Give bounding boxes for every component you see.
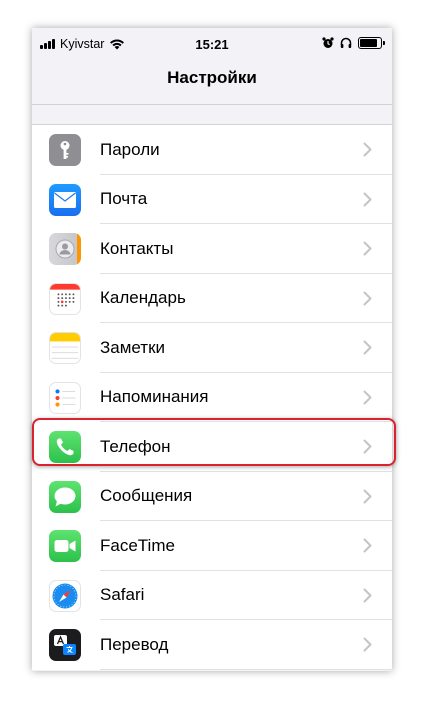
chevron-right-icon xyxy=(363,390,372,404)
phone-screen: Kyivstar 15:21 Настройки Пароли Почта Ко… xyxy=(32,28,392,671)
chevron-right-icon xyxy=(363,142,372,157)
settings-item-facetime[interactable]: FaceTime xyxy=(32,521,392,571)
settings-item-label: Сообщения xyxy=(100,486,193,506)
settings-item-label: Пароли xyxy=(100,139,160,159)
chevron-right-icon xyxy=(363,489,372,503)
settings-item-label: FaceTime xyxy=(100,535,175,555)
settings-item-passwords[interactable]: Пароли xyxy=(32,125,392,175)
mail-icon xyxy=(49,183,81,216)
phone-icon xyxy=(49,431,81,463)
settings-item-messages[interactable]: Сообщения xyxy=(32,472,392,521)
reminders-icon xyxy=(49,381,81,414)
messages-icon xyxy=(49,480,81,513)
chevron-right-icon xyxy=(363,291,372,305)
headphones-icon xyxy=(340,37,352,48)
settings-item-notes[interactable]: Заметки xyxy=(32,323,392,373)
settings-item-label: Телефон xyxy=(100,436,171,456)
settings-item-label: Контакты xyxy=(100,238,174,258)
settings-item-label: Напоминания xyxy=(100,387,209,407)
settings-item-label: Почта xyxy=(100,189,148,209)
settings-item-label: Заметки xyxy=(100,337,166,357)
chevron-right-icon xyxy=(363,192,372,206)
chevron-right-icon xyxy=(363,340,372,355)
nav-divider xyxy=(32,104,392,105)
row-divider xyxy=(100,668,392,670)
chevron-right-icon xyxy=(363,588,372,602)
battery-fill xyxy=(360,39,377,47)
chevron-right-icon xyxy=(363,241,372,256)
notes-icon xyxy=(49,332,81,364)
key-icon xyxy=(49,134,81,166)
settings-item-reminders[interactable]: Напоминания xyxy=(32,373,392,422)
alarm-clock-icon xyxy=(322,37,334,48)
settings-item-mail[interactable]: Почта xyxy=(32,175,392,224)
chevron-right-icon xyxy=(363,538,372,553)
translate-icon xyxy=(49,629,81,661)
settings-list: Пароли Почта Контакты Календарь Заметки … xyxy=(32,124,392,670)
page-title: Настройки xyxy=(167,68,257,87)
settings-item-label: Перевод xyxy=(100,634,169,654)
status-right xyxy=(322,37,385,49)
settings-item-phone[interactable]: Телефон xyxy=(32,422,392,472)
settings-item-safari[interactable]: Safari xyxy=(32,571,392,620)
settings-item-label: Календарь xyxy=(100,288,186,308)
settings-item-label: Safari xyxy=(100,585,145,605)
settings-item-translate[interactable]: Перевод xyxy=(32,620,392,670)
status-bar: Kyivstar 15:21 xyxy=(32,28,392,60)
contacts-icon xyxy=(49,233,81,265)
safari-icon xyxy=(49,579,81,612)
chevron-right-icon xyxy=(363,439,372,454)
facetime-icon xyxy=(49,530,81,562)
settings-item-calendar[interactable]: Календарь xyxy=(32,274,392,323)
calendar-icon xyxy=(49,282,81,315)
battery-icon xyxy=(358,37,385,49)
chevron-right-icon xyxy=(363,637,372,652)
settings-item-contacts[interactable]: Контакты xyxy=(32,224,392,274)
